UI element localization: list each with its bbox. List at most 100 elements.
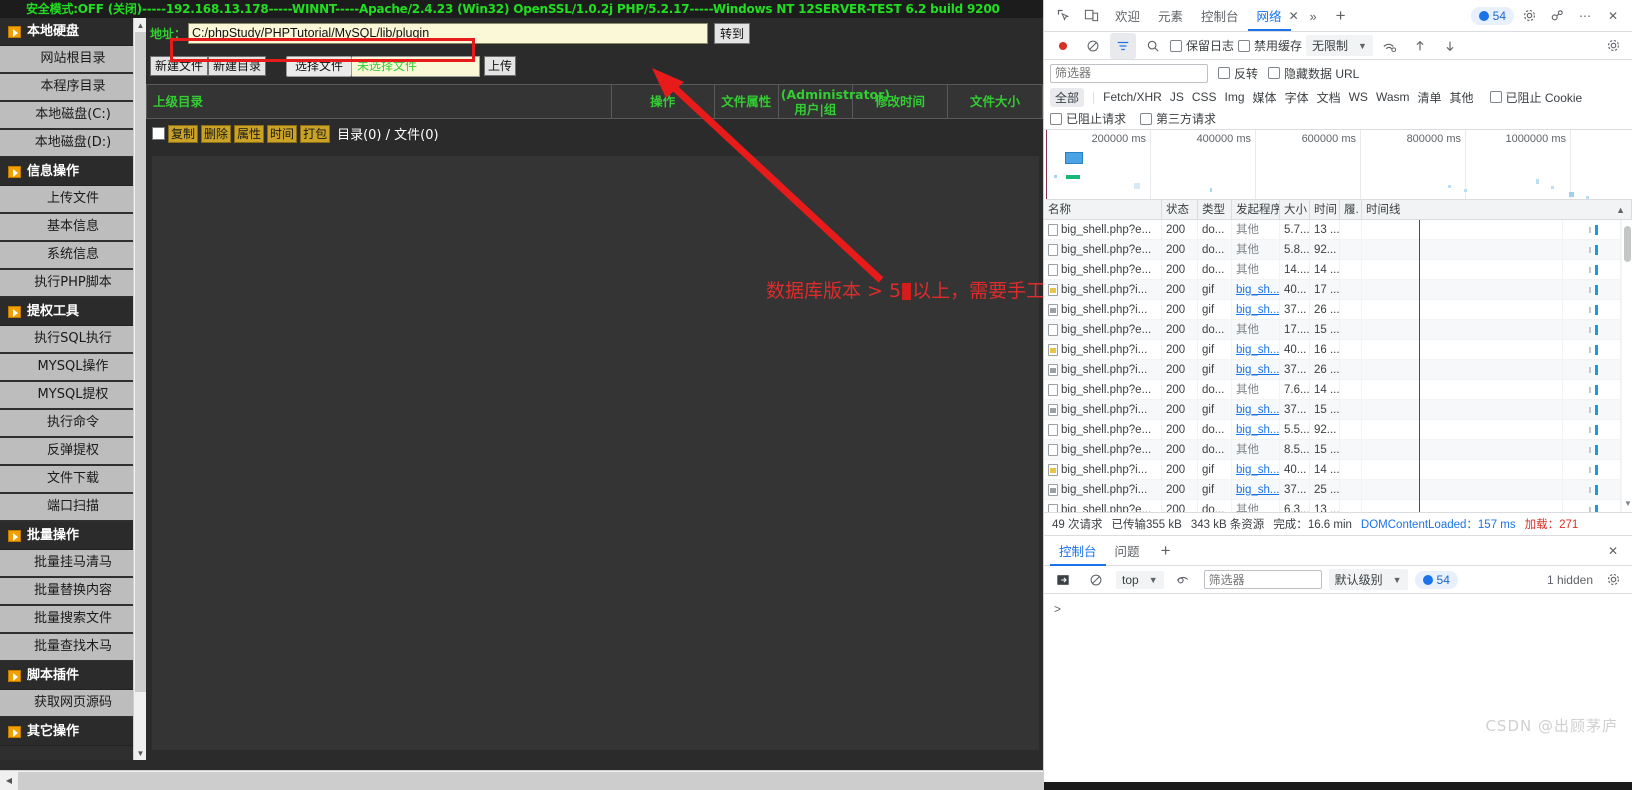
network-row[interactable]: big_shell.php?e... 200 do... 其他 14.... 14 ... (1044, 259, 1621, 280)
request-name-cell[interactable]: big_shell.php?i... (1044, 479, 1162, 500)
sidebar-scroll-thumb[interactable] (135, 32, 146, 692)
network-scroll-down-icon[interactable]: ▼ (1624, 499, 1632, 508)
invert-checkbox[interactable]: 反转 (1218, 65, 1258, 82)
drawer-tab-0[interactable]: 控制台 (1050, 536, 1106, 566)
devtools-tab-0[interactable]: 欢迎 (1106, 1, 1149, 31)
header-waterfall[interactable]: 时间线 ▲ (1362, 199, 1632, 220)
sidebar-item-11[interactable]: 执行SQL执行 (0, 326, 146, 354)
inspect-element-icon[interactable] (1050, 3, 1076, 29)
drawer-add-tab-icon[interactable]: + (1153, 538, 1179, 564)
resource-type-6[interactable]: 字体 (1285, 89, 1309, 106)
blocked-cookies-checkbox[interactable]: 已阻止 Cookie (1489, 89, 1582, 106)
scroll-up-arrow-icon[interactable]: ▲ (134, 18, 146, 32)
network-row[interactable]: big_shell.php?e... 200 do... 其他 6.3... 13 ... (1044, 499, 1621, 512)
request-name-cell[interactable]: big_shell.php?e... (1044, 259, 1162, 280)
new-file-button[interactable]: 新建文件 (150, 56, 209, 76)
resource-type-1[interactable]: Fetch/XHR (1103, 90, 1162, 104)
network-row[interactable]: big_shell.php?i... 200 gif big_sh... 40... 17… (1044, 279, 1621, 300)
request-initiator[interactable]: big_sh... (1232, 479, 1280, 500)
issues-badge[interactable]: 54 (1470, 6, 1514, 25)
attributes-button[interactable]: 属性 (234, 124, 265, 143)
request-name-cell[interactable]: big_shell.php?i... (1044, 339, 1162, 360)
address-input[interactable] (188, 22, 709, 44)
request-initiator[interactable]: big_sh... (1232, 359, 1280, 380)
request-initiator[interactable]: big_sh... (1232, 419, 1280, 440)
sidebar-item-2[interactable]: 本程序目录 (0, 74, 146, 102)
hide-data-urls-checkbox[interactable]: 隐藏数据 URL (1268, 65, 1359, 82)
blocked-requests-checkbox[interactable]: 已阻止请求 (1050, 110, 1126, 127)
sidebar-item-12[interactable]: MYSQL操作 (0, 354, 146, 382)
sidebar-item-3[interactable]: 本地磁盘(C:) (0, 102, 146, 130)
column-parent-directory[interactable]: 上级目录 (146, 84, 612, 119)
close-network-tab-icon[interactable]: ✕ (1289, 9, 1299, 23)
sidebar-item-16[interactable]: 文件下载 (0, 466, 146, 494)
network-conditions-icon[interactable] (1377, 33, 1403, 59)
network-overview-graph[interactable]: 200000 ms 400000 ms 600000 ms 800000 ms 1000… (1046, 130, 1632, 200)
add-panel-icon[interactable]: + (1328, 3, 1354, 29)
request-initiator[interactable]: big_sh... (1232, 279, 1280, 300)
search-icon[interactable] (1140, 33, 1166, 59)
horizontal-scrollbar[interactable]: ◀ (0, 770, 1043, 790)
network-row[interactable]: big_shell.php?e... 200 do... 其他 5.8... 92... (1044, 239, 1621, 260)
resource-type-4[interactable]: Img (1225, 90, 1245, 104)
console-context-select[interactable]: top ▼ (1116, 570, 1164, 589)
console-output-area[interactable]: > CSDN @出顾茅庐 (1044, 594, 1632, 754)
network-row[interactable]: big_shell.php?e... 200 do... 其他 7.6... 14 ... (1044, 379, 1621, 400)
network-filter-input[interactable] (1050, 63, 1208, 83)
scroll-down-arrow-icon[interactable]: ▼ (134, 746, 146, 760)
header-initiator[interactable]: 发起程序 (1232, 199, 1280, 220)
request-name-cell[interactable]: big_shell.php?i... (1044, 399, 1162, 420)
resource-type-2[interactable]: JS (1170, 90, 1184, 104)
devtools-tab-2[interactable]: 控制台 (1192, 1, 1248, 31)
horizontal-scroll-thumb[interactable] (18, 771, 1043, 790)
resource-type-5[interactable]: 媒体 (1253, 89, 1277, 106)
resource-type-9[interactable]: Wasm (1376, 90, 1410, 104)
column-file-attributes[interactable]: 文件属性 (713, 84, 779, 119)
close-devtools-icon[interactable]: ✕ (1600, 3, 1626, 29)
request-initiator[interactable]: big_sh... (1232, 299, 1280, 320)
sidebar-item-24[interactable]: 获取网页源码 (0, 690, 146, 718)
new-directory-button[interactable]: 新建目录 (208, 56, 267, 76)
clear-icon[interactable] (1080, 33, 1106, 59)
resource-type-3[interactable]: CSS (1192, 90, 1217, 104)
live-expression-eye-icon[interactable] (1171, 567, 1197, 593)
sidebar-item-8[interactable]: 系统信息 (0, 242, 146, 270)
request-name-cell[interactable]: big_shell.php?e... (1044, 419, 1162, 440)
devtools-tab-3[interactable]: 网络 (1247, 1, 1291, 31)
sort-ascending-icon[interactable]: ▲ (1616, 200, 1625, 220)
resource-type-8[interactable]: WS (1349, 90, 1368, 104)
drawer-close-icon[interactable]: ✕ (1600, 538, 1626, 564)
network-scroll-thumb[interactable] (1624, 226, 1631, 262)
sidebar-item-21[interactable]: 批量搜索文件 (0, 606, 146, 634)
network-row[interactable]: big_shell.php?i... 200 gif big_sh... 37... 15… (1044, 399, 1621, 420)
sidebar-item-15[interactable]: 反弹提权 (0, 438, 146, 466)
resource-type-10[interactable]: 清单 (1418, 89, 1442, 106)
sidebar-item-13[interactable]: MYSQL提权 (0, 382, 146, 410)
export-har-icon[interactable] (1437, 33, 1463, 59)
request-name-cell[interactable]: big_shell.php?e... (1044, 319, 1162, 340)
select-all-checkbox[interactable] (152, 127, 165, 140)
request-name-cell[interactable]: big_shell.php?e... (1044, 499, 1162, 512)
sidebar-item-22[interactable]: 批量查找木马 (0, 634, 146, 662)
gear-icon[interactable] (1516, 3, 1542, 29)
network-row[interactable]: big_shell.php?i... 200 gif big_sh... 37... 25… (1044, 479, 1621, 500)
console-filter-input[interactable] (1203, 570, 1322, 589)
network-row[interactable]: big_shell.php?i... 200 gif big_sh... 37... 26… (1044, 299, 1621, 320)
column-user-group[interactable]: (Administrator)用户|组 (777, 84, 890, 119)
sidebar-group-5[interactable]: 信息操作 (0, 158, 146, 186)
request-name-cell[interactable]: big_shell.php?i... (1044, 279, 1162, 300)
resource-type-11[interactable]: 其他 (1450, 89, 1474, 106)
console-sidebar-icon[interactable] (1050, 567, 1076, 593)
resource-type-0[interactable]: 全部 (1050, 87, 1085, 107)
request-name-cell[interactable]: big_shell.php?e... (1044, 220, 1162, 240)
sidebar-group-23[interactable]: 脚本插件 (0, 662, 146, 690)
sidebar-item-19[interactable]: 批量挂马清马 (0, 550, 146, 578)
sidebar-item-14[interactable]: 执行命令 (0, 410, 146, 438)
throttling-select[interactable]: 无限制 ▼ (1306, 35, 1373, 56)
device-toolbar-icon[interactable] (1078, 3, 1104, 29)
file-picker[interactable]: 选择文件 未选择文件 (286, 55, 481, 77)
sidebar-item-1[interactable]: 网站根目录 (0, 46, 146, 74)
sidebar-group-25[interactable]: 其它操作 (0, 718, 146, 746)
more-tabs-icon[interactable]: » (1301, 1, 1326, 31)
network-row[interactable]: big_shell.php?e... 200 do... 其他 8.5... 15 ... (1044, 439, 1621, 460)
